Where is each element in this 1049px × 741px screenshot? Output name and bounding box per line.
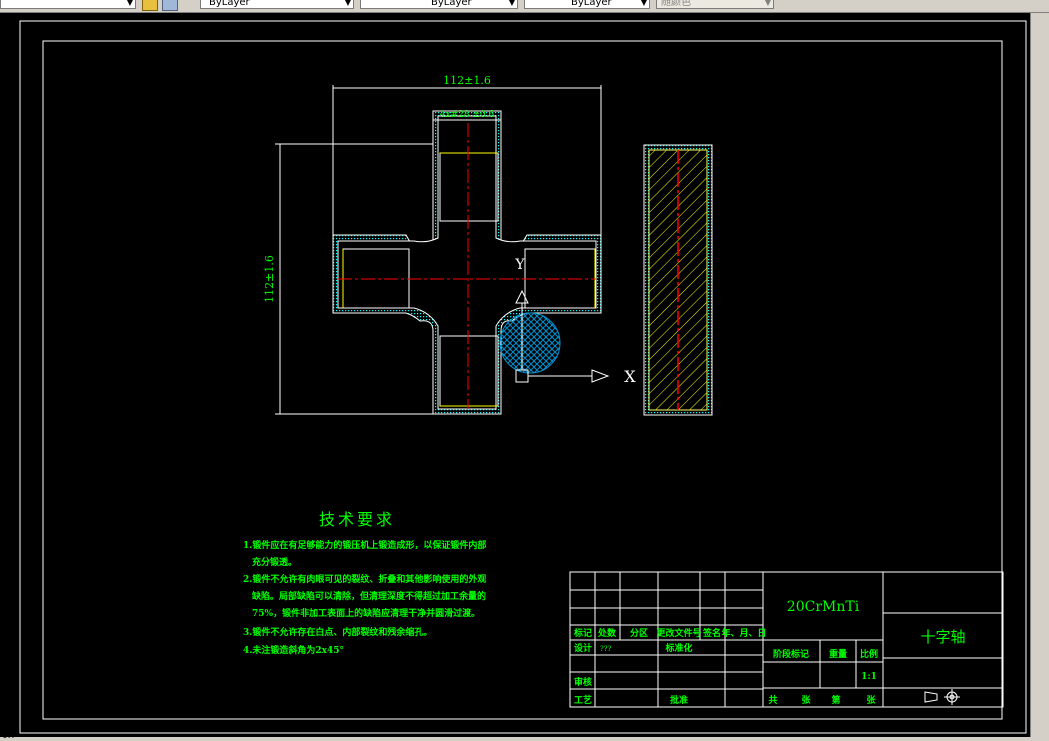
lineweight-combo[interactable]: ByLayer ▼ bbox=[524, 0, 650, 9]
vertical-scrollbar[interactable] bbox=[1030, 13, 1049, 737]
ucs-x-label: X bbox=[624, 367, 636, 386]
tb-label-standard: 标准化 bbox=[664, 642, 692, 654]
drawing-frame bbox=[42, 40, 1003, 720]
tb-label-count: 处数 bbox=[597, 627, 617, 639]
tb-scale-value: 1:1 bbox=[861, 672, 877, 682]
tech-line-3: 2.锻件不允许有肉眼可见的裂纹、折叠和其他影响使用的外观 bbox=[243, 573, 486, 585]
status-bar: 0.7 bbox=[0, 731, 1049, 741]
tb-label-process: 工艺 bbox=[574, 694, 592, 706]
chevron-down-icon: ▼ bbox=[508, 0, 515, 7]
ucs-y-label: Y bbox=[514, 257, 525, 273]
technical-requirements: 技术要求 1.锻件应在有足够能力的锻压机上锻造成形，以保证锻件内部 充分锻透。 … bbox=[243, 510, 486, 656]
tech-line-4: 缺陷。局部缺陷可以清除，但清理深度不得超过加工余量的 bbox=[251, 590, 486, 602]
tb-part-name: 十字轴 bbox=[920, 628, 965, 646]
drawing-canvas[interactable]: 112±1.6 4x#28 ±0.6 112±1.6 Y X 技术要求 1.锻件… bbox=[0, 13, 1031, 737]
cross-side-view bbox=[643, 144, 713, 416]
chevron-down-icon: ▼ bbox=[344, 0, 351, 7]
tb-label-sheets: 张 bbox=[801, 694, 811, 706]
tb-label-mark: 标记 bbox=[573, 627, 592, 639]
title-block-text: 标记 处数 分区 更改文件号 签名 年、月、日 设计 ??? 标准化 审核 工艺… bbox=[573, 599, 966, 706]
tech-line-2: 充分锻透。 bbox=[252, 556, 297, 568]
color-combo[interactable]: ByLayer ▼ bbox=[200, 0, 354, 9]
tb-label-sheet: 张 bbox=[866, 694, 876, 706]
linetype-combo-value: ByLayer bbox=[431, 0, 472, 8]
cross-inner-outline bbox=[337, 115, 597, 410]
plotstyle-combo[interactable]: 随颜色 ▼ bbox=[656, 0, 774, 9]
ucs-x-arrow bbox=[591, 369, 610, 383]
tb-design-name: ??? bbox=[600, 645, 612, 653]
tb-label-scale: 比例 bbox=[860, 648, 878, 660]
tb-label-design: 设计 bbox=[574, 642, 592, 654]
cross-front-view bbox=[332, 110, 602, 415]
tb-label-zone: 分区 bbox=[630, 627, 648, 639]
selection-grip-area bbox=[499, 312, 561, 374]
dim-hole-text: 4x#28 ±0.6 bbox=[440, 110, 495, 120]
tb-label-change-doc: 更改文件号 bbox=[656, 627, 701, 639]
tech-line-6: 3.锻件不允许存在白点、内部裂纹和残余缩孔。 bbox=[243, 626, 432, 638]
tech-line-7: 4.未注锻造斜角为2x45° bbox=[243, 644, 344, 656]
color-combo-value: ByLayer bbox=[209, 0, 250, 8]
dim-left-text: 112±1.6 bbox=[263, 255, 276, 303]
status-text: 0.7 bbox=[2, 731, 17, 741]
layer-combo[interactable]: ▼ bbox=[0, 0, 136, 9]
tech-line-1: 1.锻件应在有足够能力的锻压机上锻造成形，以保证锻件内部 bbox=[243, 539, 486, 551]
tb-label-total: 共 bbox=[768, 694, 777, 706]
tb-label-approve: 批准 bbox=[670, 694, 688, 706]
tb-label-weight: 重量 bbox=[829, 648, 847, 660]
tb-label-no: 第 bbox=[831, 694, 840, 706]
layer-previous-icon[interactable] bbox=[162, 0, 178, 11]
linetype-combo[interactable]: ByLayer ▼ bbox=[360, 0, 518, 9]
projection-symbol-icon bbox=[924, 689, 960, 705]
chevron-down-icon: ▼ bbox=[640, 0, 647, 7]
tb-material: 20CrMnTi bbox=[787, 599, 860, 615]
tb-label-stage: 阶段标记 bbox=[773, 648, 809, 660]
plotstyle-combo-value: 随颜色 bbox=[661, 0, 691, 8]
tb-label-date: 年、月、日 bbox=[721, 627, 766, 639]
drawing-svg: 112±1.6 4x#28 ±0.6 112±1.6 Y X 技术要求 1.锻件… bbox=[19, 20, 1027, 734]
tech-title: 技术要求 bbox=[319, 510, 395, 529]
chevron-down-icon: ▼ bbox=[126, 0, 133, 7]
layer-state-icon[interactable] bbox=[142, 0, 158, 11]
tech-line-5: 75%，锻件非加工表面上的缺陷应清理干净并圆滑过渡。 bbox=[252, 607, 480, 619]
sheet-outer-border bbox=[19, 20, 1027, 734]
lineweight-combo-value: ByLayer bbox=[571, 0, 612, 8]
tb-label-review: 审核 bbox=[574, 676, 592, 688]
properties-toolbar: ▼ ByLayer ▼ ByLayer ▼ ByLayer ▼ 随颜色 ▼ bbox=[0, 0, 1049, 13]
dim-top-text: 112±1.6 bbox=[443, 74, 491, 87]
tb-label-signature: 签名 bbox=[702, 627, 721, 639]
chevron-down-icon: ▼ bbox=[764, 0, 771, 7]
